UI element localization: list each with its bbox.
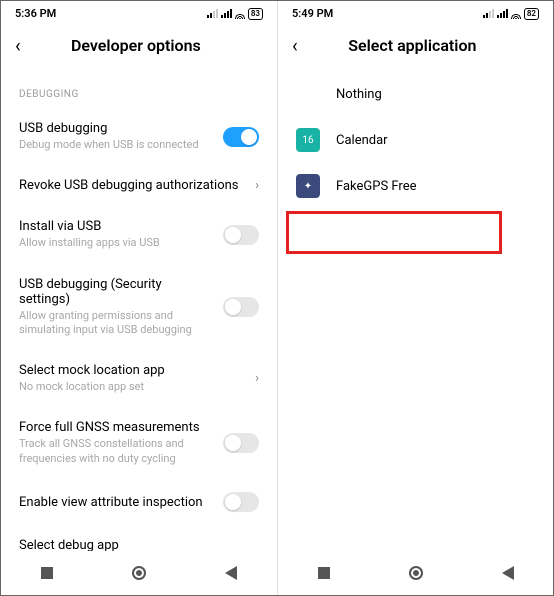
select-application-screen: 5:49 PM 82 ‹ Select application Nothing 1… (277, 1, 553, 595)
row-subtitle: Allow granting permissions and simulatin… (19, 309, 213, 338)
app-icon: 16 (296, 128, 320, 152)
app-icon: ✦ (296, 174, 320, 198)
signal-icon (221, 9, 232, 18)
row-subtitle: No mock location app set (19, 380, 245, 394)
toggle-switch[interactable] (223, 127, 259, 147)
status-bar: 5:36 PM 83 (1, 1, 277, 26)
chevron-right-icon: › (255, 371, 259, 386)
application-list[interactable]: Nothing 16 Calendar ✦ FakeGPS Free (278, 71, 553, 551)
row-title: Install via USB (19, 219, 213, 234)
home-button[interactable] (409, 566, 423, 580)
developer-options-screen: 5:36 PM 83 ‹ Developer options DEBUGGING… (1, 1, 277, 595)
navigation-bar (1, 551, 277, 595)
row-title: Force full GNSS measurements (19, 420, 213, 435)
row-subtitle: Allow installing apps via USB (19, 236, 213, 250)
app-icon (296, 82, 320, 106)
home-button[interactable] (132, 566, 146, 580)
settings-row[interactable]: Revoke USB debugging authorizations › (1, 165, 277, 206)
app-label: Calendar (336, 133, 388, 148)
page-title: Select application (316, 36, 509, 55)
toggle-switch[interactable] (223, 297, 259, 317)
back-nav-button[interactable] (225, 566, 237, 580)
section-header-debugging: DEBUGGING (1, 71, 277, 108)
row-title: Select debug app (19, 538, 245, 551)
battery-icon: 83 (248, 8, 263, 20)
header: ‹ Developer options (1, 26, 277, 71)
status-time: 5:49 PM (292, 7, 333, 20)
settings-row[interactable]: Install via USB Allow installing apps via… (1, 206, 277, 263)
signal-icon (483, 9, 494, 18)
settings-row[interactable]: Force full GNSS measurements Track all GN… (1, 407, 277, 479)
app-row[interactable]: Nothing (278, 71, 553, 117)
signal-icon (207, 9, 218, 18)
row-title: USB debugging (Security settings) (19, 277, 213, 307)
wifi-icon (235, 9, 245, 19)
row-title: USB debugging (19, 121, 213, 136)
back-nav-button[interactable] (502, 566, 514, 580)
row-subtitle: Debug mode when USB is connected (19, 138, 213, 152)
row-title: Select mock location app (19, 363, 245, 378)
recents-button[interactable] (41, 567, 53, 579)
back-button[interactable]: ‹ (292, 34, 298, 57)
status-time: 5:36 PM (15, 7, 56, 20)
settings-row[interactable]: Select debug appNo debug application set… (1, 525, 277, 551)
wifi-icon (511, 9, 521, 19)
status-icons: 82 (483, 8, 539, 20)
app-row[interactable]: 16 Calendar (278, 117, 553, 163)
signal-icon (497, 9, 508, 18)
row-title: Revoke USB debugging authorizations (19, 178, 245, 193)
status-icons: 83 (207, 8, 263, 20)
battery-icon: 82 (524, 8, 539, 20)
chevron-right-icon: › (255, 546, 259, 551)
settings-row[interactable]: USB debugging (Security settings)Allow g… (1, 264, 277, 351)
status-bar: 5:49 PM 82 (278, 1, 553, 26)
navigation-bar (278, 551, 553, 595)
row-subtitle: Track all GNSS constellations and freque… (19, 437, 213, 466)
settings-row[interactable]: Enable view attribute inspection (1, 479, 277, 525)
header: ‹ Select application (278, 26, 553, 71)
recents-button[interactable] (318, 567, 330, 579)
toggle-switch[interactable] (223, 492, 259, 512)
chevron-right-icon: › (255, 178, 259, 193)
app-label: Nothing (336, 87, 382, 102)
settings-row[interactable]: USB debugging Debug mode when USB is conn… (1, 108, 277, 165)
back-button[interactable]: ‹ (15, 34, 21, 57)
row-title: Enable view attribute inspection (19, 495, 213, 510)
toggle-switch[interactable] (223, 225, 259, 245)
app-row[interactable]: ✦ FakeGPS Free (278, 163, 553, 209)
highlight-fakegps (286, 211, 502, 254)
app-label: FakeGPS Free (336, 179, 417, 194)
settings-list[interactable]: DEBUGGING USB debugging Debug mode when US… (1, 71, 277, 551)
page-title: Developer options (39, 36, 233, 55)
toggle-switch[interactable] (223, 433, 259, 453)
settings-row[interactable]: Select mock location app No mock location… (1, 350, 277, 407)
